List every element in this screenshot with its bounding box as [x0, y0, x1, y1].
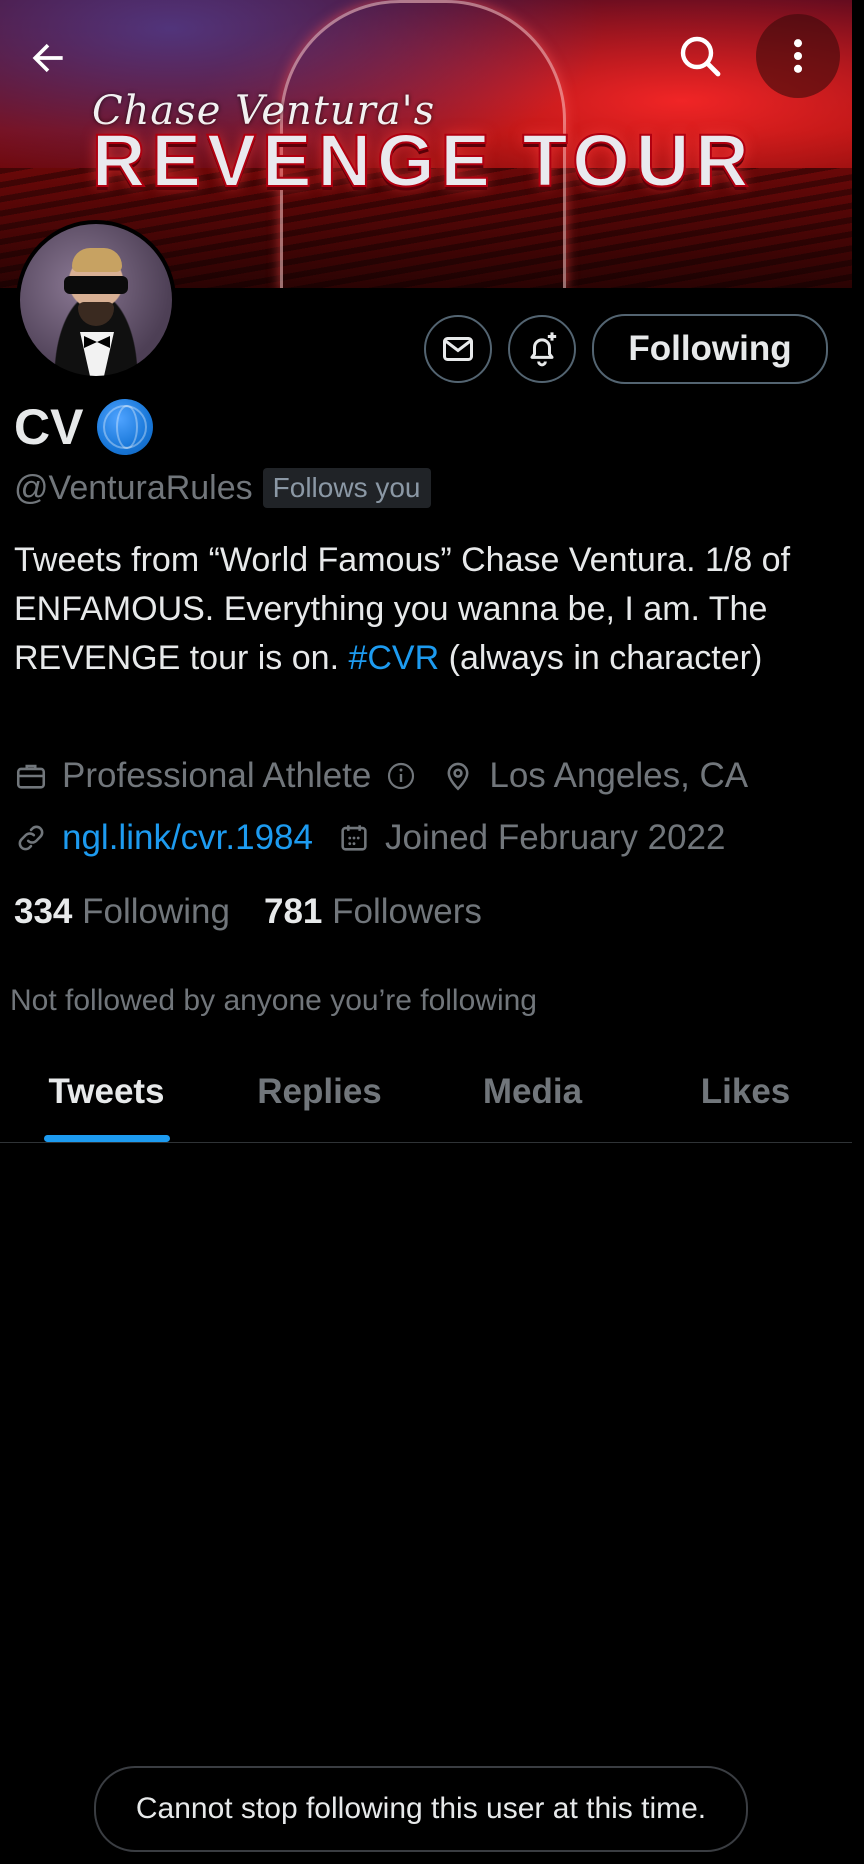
mail-icon — [443, 337, 473, 361]
joined-item: Joined February 2022 — [337, 818, 726, 858]
link-icon — [18, 825, 44, 851]
tab-likes[interactable]: Likes — [639, 1062, 852, 1142]
tab-label: Likes — [700, 1072, 791, 1111]
tab-label: Replies — [257, 1072, 382, 1111]
handle-row: @VenturaRules Follows you — [14, 468, 431, 508]
bio-hashtag-link[interactable]: #CVR — [348, 639, 439, 677]
info-icon[interactable] — [385, 760, 417, 792]
website-link[interactable]: ngl.link/cvr.1984 — [62, 818, 313, 858]
tab-label: Media — [482, 1072, 583, 1111]
website-item[interactable]: ngl.link/cvr.1984 — [14, 818, 313, 858]
display-name: CV — [14, 399, 84, 455]
following-label: Following — [82, 892, 230, 931]
tab-label: Tweets — [48, 1072, 165, 1111]
location-pin-icon — [447, 762, 469, 791]
tab-media[interactable]: Media — [426, 1062, 639, 1142]
toast-message: Cannot stop following this user at this … — [135, 1792, 707, 1825]
follows-you-badge: Follows you — [262, 468, 431, 508]
more-options-button[interactable] — [756, 14, 840, 98]
location-text: Los Angeles, CA — [489, 756, 749, 795]
location-item: Los Angeles, CA — [441, 756, 748, 796]
followers-label: Followers — [332, 892, 482, 931]
tab-replies[interactable]: Replies — [213, 1062, 426, 1142]
avatar-sunglasses — [64, 276, 128, 294]
following-stat[interactable]: 334 Following — [14, 892, 230, 932]
bell-plus-icon — [530, 332, 557, 367]
category-text: Professional Athlete — [62, 756, 372, 795]
profile-handle: @VenturaRules — [14, 468, 253, 507]
notifications-button[interactable] — [508, 315, 576, 383]
more-vertical-icon — [793, 39, 803, 73]
profile-tabs: Tweets Replies Media Likes — [0, 1062, 852, 1143]
joined-text: Joined February 2022 — [384, 818, 726, 857]
calendar-icon — [341, 825, 367, 851]
avatar-beard — [78, 302, 114, 326]
follow-stats: 334 Following 781 Followers — [14, 892, 482, 932]
back-button[interactable] — [6, 16, 90, 100]
message-button[interactable] — [424, 315, 492, 383]
mutual-followers-note: Not followed by anyone you’re following — [10, 984, 537, 1017]
search-icon — [680, 36, 721, 77]
profile-meta-row-2: ngl.link/cvr.1984 Joined February 2022 — [14, 818, 749, 858]
briefcase-icon — [16, 764, 46, 789]
active-tab-indicator — [43, 1135, 170, 1142]
tab-tweets[interactable]: Tweets — [0, 1062, 213, 1142]
banner-title-text: REVENGE TOUR — [91, 118, 755, 203]
globe-icon — [97, 399, 154, 455]
followers-stat[interactable]: 781 Followers — [264, 892, 482, 932]
profile-bio: Tweets from “World Famous” Chase Ventura… — [14, 536, 824, 683]
arrow-left-icon — [32, 43, 63, 73]
profile-meta-row-1: Professional Athlete Los Angeles, CA — [14, 756, 772, 796]
followers-count: 781 — [264, 892, 323, 931]
display-name-row: CV — [14, 398, 154, 456]
toast-notification: Cannot stop following this user at this … — [94, 1766, 748, 1852]
following-button[interactable]: Following — [592, 314, 828, 384]
following-count: 334 — [14, 892, 73, 931]
profile-avatar[interactable] — [16, 220, 176, 380]
search-button[interactable] — [658, 14, 742, 98]
category-item: Professional Athlete — [14, 756, 417, 796]
avatar-hair — [72, 248, 122, 272]
bio-text-end: (always in character) — [439, 639, 763, 677]
